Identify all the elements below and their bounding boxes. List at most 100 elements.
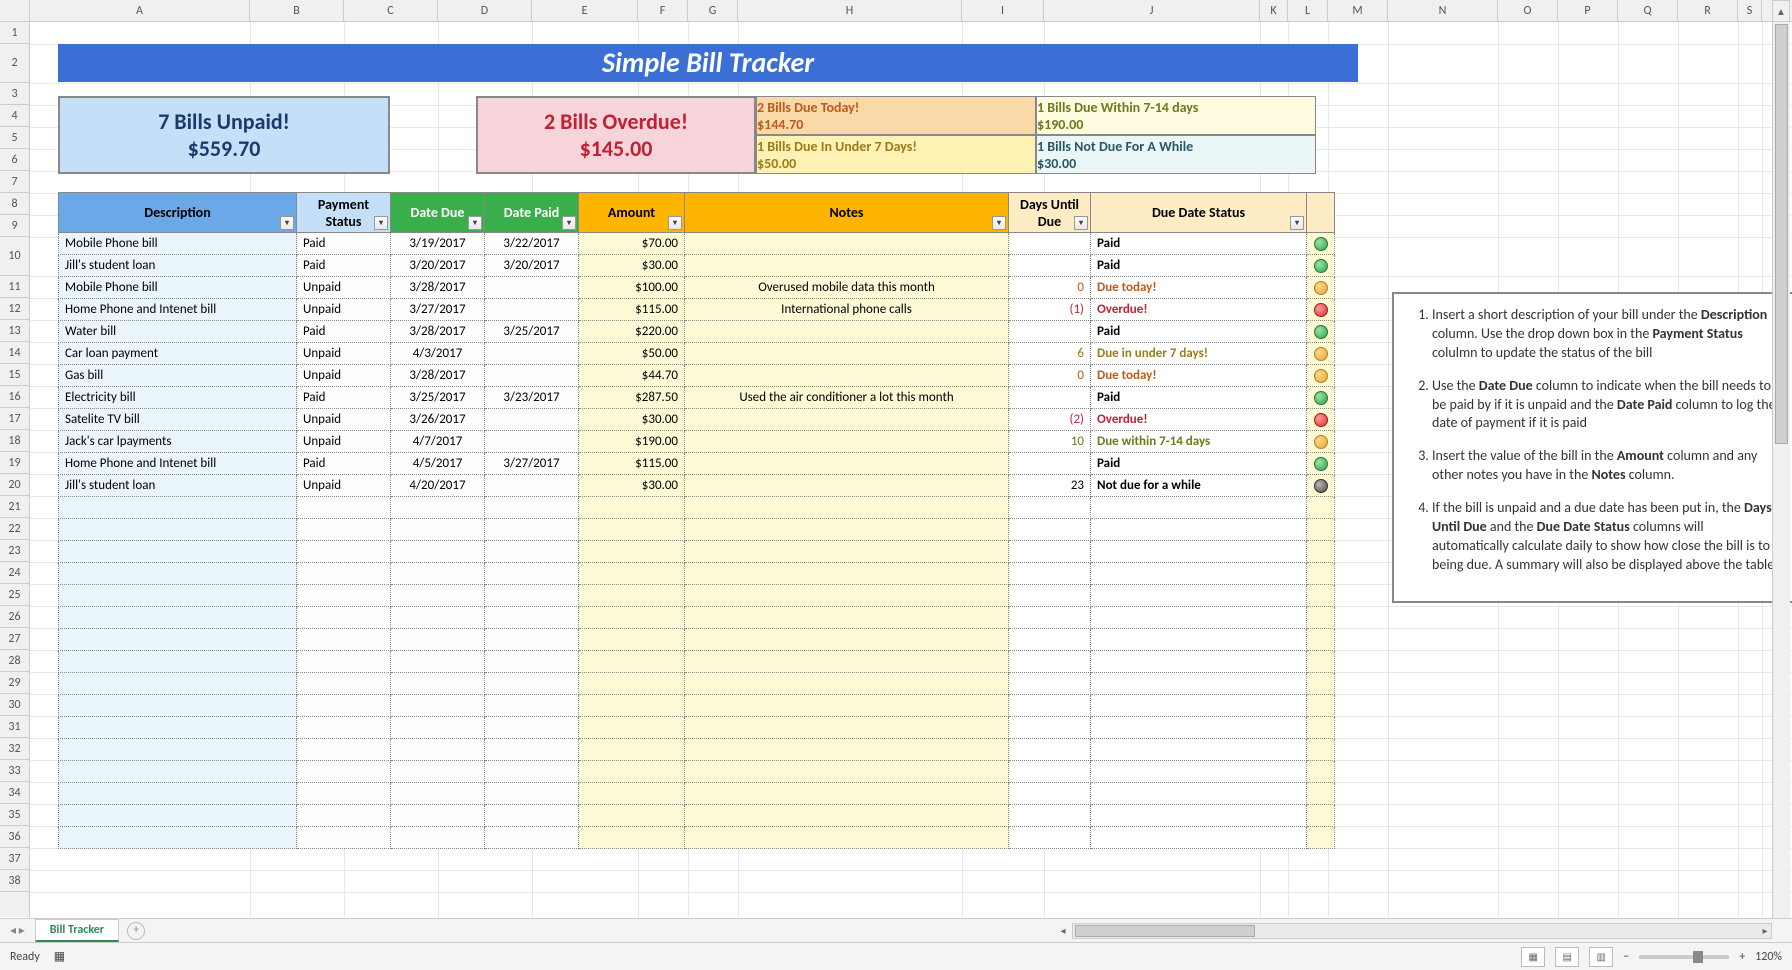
table-row-empty[interactable]: [59, 651, 1335, 673]
cell-date-due[interactable]: 3/20/2017: [391, 255, 485, 277]
macro-recorder-icon[interactable]: ▦: [54, 949, 65, 964]
table-row-empty[interactable]: [59, 629, 1335, 651]
table-row-empty[interactable]: [59, 805, 1335, 827]
column-header-D[interactable]: D: [438, 0, 532, 21]
table-row-empty[interactable]: [59, 541, 1335, 563]
row-header-34[interactable]: 34: [0, 782, 29, 804]
cell-payment-status[interactable]: Unpaid: [297, 277, 391, 299]
row-header-11[interactable]: 11: [0, 276, 29, 298]
row-header-24[interactable]: 24: [0, 562, 29, 584]
column-header-S[interactable]: S: [1738, 0, 1762, 21]
table-row-empty[interactable]: [59, 695, 1335, 717]
cell-notes[interactable]: [685, 431, 1009, 453]
column-header-L[interactable]: L: [1288, 0, 1328, 21]
cell-amount[interactable]: $44.70: [579, 365, 685, 387]
row-header-1[interactable]: 1: [0, 22, 29, 44]
table-row[interactable]: Mobile Phone billPaid3/19/20173/22/2017$…: [59, 233, 1335, 255]
new-sheet-button[interactable]: +: [127, 922, 145, 940]
cell-notes[interactable]: [685, 255, 1009, 277]
cell-description[interactable]: Mobile Phone bill: [59, 233, 297, 255]
cell-date-paid[interactable]: [485, 365, 579, 387]
cell-amount[interactable]: $287.50: [579, 387, 685, 409]
table-row[interactable]: Home Phone and Intenet billUnpaid3/27/20…: [59, 299, 1335, 321]
header-days-until-due[interactable]: Days Until Due▾: [1009, 193, 1091, 233]
view-normal-icon[interactable]: ▦: [1521, 947, 1545, 967]
horizontal-scrollbar[interactable]: ◂ ▸: [1072, 923, 1772, 939]
header-description[interactable]: Description▾: [59, 193, 297, 233]
table-row[interactable]: Jill's student loanUnpaid4/20/2017$30.00…: [59, 475, 1335, 497]
column-header-K[interactable]: K: [1260, 0, 1288, 21]
cell-date-due[interactable]: 4/5/2017: [391, 453, 485, 475]
column-header-C[interactable]: C: [344, 0, 438, 21]
cell-days-until-due[interactable]: [1009, 321, 1091, 343]
row-header-13[interactable]: 13: [0, 320, 29, 342]
sheet-tab-active[interactable]: Bill Tracker: [35, 919, 119, 942]
cell-status[interactable]: Overdue!: [1091, 299, 1307, 321]
cell-description[interactable]: Gas bill: [59, 365, 297, 387]
table-row-empty[interactable]: [59, 563, 1335, 585]
cell-status[interactable]: Paid: [1091, 387, 1307, 409]
row-header-12[interactable]: 12: [0, 298, 29, 320]
row-header-9[interactable]: 9: [0, 215, 29, 237]
table-row-empty[interactable]: [59, 585, 1335, 607]
hscroll-right-arrow[interactable]: ▸: [1757, 924, 1773, 938]
row-header-14[interactable]: 14: [0, 342, 29, 364]
row-header-29[interactable]: 29: [0, 672, 29, 694]
cell-days-until-due[interactable]: [1009, 453, 1091, 475]
table-row[interactable]: Home Phone and Intenet billPaid4/5/20173…: [59, 453, 1335, 475]
cell-status[interactable]: Overdue!: [1091, 409, 1307, 431]
cell-payment-status[interactable]: Paid: [297, 255, 391, 277]
scroll-up-arrow[interactable]: ▲: [1772, 0, 1790, 22]
select-all-corner[interactable]: [0, 0, 30, 21]
zoom-out-button[interactable]: −: [1623, 950, 1629, 964]
tab-nav-arrows[interactable]: ◂ ▸: [0, 923, 35, 938]
column-header-B[interactable]: B: [250, 0, 344, 21]
cell-days-until-due[interactable]: (1): [1009, 299, 1091, 321]
cell-days-until-due[interactable]: [1009, 387, 1091, 409]
cell-payment-status[interactable]: Unpaid: [297, 299, 391, 321]
cell-amount[interactable]: $220.00: [579, 321, 685, 343]
cell-payment-status[interactable]: Paid: [297, 321, 391, 343]
cell-description[interactable]: Jill's student loan: [59, 475, 297, 497]
column-header-G[interactable]: G: [688, 0, 738, 21]
cell-date-paid[interactable]: [485, 409, 579, 431]
cell-description[interactable]: Car loan payment: [59, 343, 297, 365]
zoom-level[interactable]: 120%: [1755, 950, 1782, 964]
cell-status[interactable]: Not due for a while: [1091, 475, 1307, 497]
row-header-19[interactable]: 19: [0, 452, 29, 474]
header-due-date-status[interactable]: Due Date Status▾: [1091, 193, 1307, 233]
cell-payment-status[interactable]: Paid: [297, 233, 391, 255]
row-header-17[interactable]: 17: [0, 408, 29, 430]
table-row-empty[interactable]: [59, 761, 1335, 783]
row-header-35[interactable]: 35: [0, 804, 29, 826]
cell-days-until-due[interactable]: 0: [1009, 365, 1091, 387]
cell-days-until-due[interactable]: [1009, 233, 1091, 255]
header-date-paid[interactable]: Date Paid▾: [485, 193, 579, 233]
row-header-38[interactable]: 38: [0, 870, 29, 892]
vscroll-thumb[interactable]: [1775, 24, 1788, 444]
table-row-empty[interactable]: [59, 827, 1335, 849]
cell-description[interactable]: Jill's student loan: [59, 255, 297, 277]
row-header-18[interactable]: 18: [0, 430, 29, 452]
row-header-32[interactable]: 32: [0, 738, 29, 760]
cell-date-paid[interactable]: [485, 475, 579, 497]
row-header-5[interactable]: 5: [0, 127, 29, 149]
row-header-26[interactable]: 26: [0, 606, 29, 628]
table-row[interactable]: Water billPaid3/28/20173/25/2017$220.00P…: [59, 321, 1335, 343]
cell-days-until-due[interactable]: (2): [1009, 409, 1091, 431]
cell-date-paid[interactable]: [485, 299, 579, 321]
cell-days-until-due[interactable]: 6: [1009, 343, 1091, 365]
table-row[interactable]: Car loan paymentUnpaid4/3/2017$50.006Due…: [59, 343, 1335, 365]
cell-days-until-due[interactable]: [1009, 255, 1091, 277]
column-header-J[interactable]: J: [1044, 0, 1260, 21]
cell-amount[interactable]: $30.00: [579, 255, 685, 277]
cell-amount[interactable]: $100.00: [579, 277, 685, 299]
table-row[interactable]: Gas billUnpaid3/28/2017$44.700Due today!: [59, 365, 1335, 387]
cell-description[interactable]: Satelite TV bill: [59, 409, 297, 431]
cell-payment-status[interactable]: Unpaid: [297, 431, 391, 453]
cell-date-paid[interactable]: [485, 431, 579, 453]
cell-date-due[interactable]: 4/7/2017: [391, 431, 485, 453]
cell-amount[interactable]: $30.00: [579, 409, 685, 431]
table-row-empty[interactable]: [59, 607, 1335, 629]
row-header-30[interactable]: 30: [0, 694, 29, 716]
